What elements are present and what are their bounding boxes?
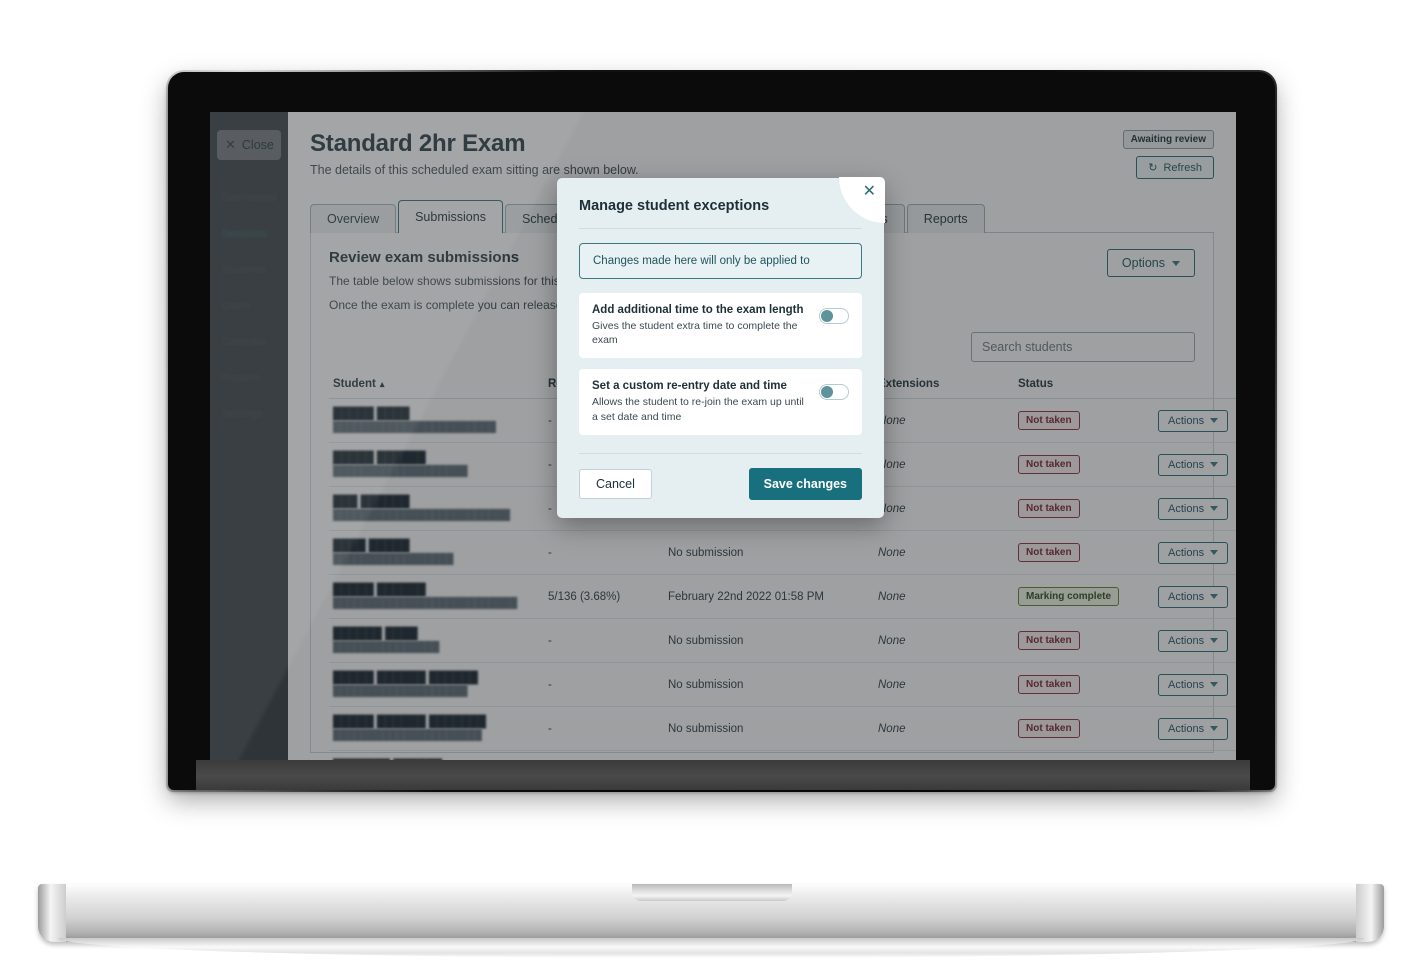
exception-option-text: Add additional time to the exam length Gi…: [592, 304, 809, 347]
cancel-button[interactable]: Cancel: [579, 468, 652, 499]
exception-option-card: Set a custom re-entry date and time Allow…: [579, 369, 862, 435]
laptop-base-notch: [632, 884, 792, 901]
exception-option-text: Set a custom re-entry date and time Allow…: [592, 380, 809, 423]
exception-option-title: Add additional time to the exam length: [592, 304, 804, 316]
exception-option-description: Gives the student extra time to complete…: [592, 320, 798, 347]
exception-option-toggle[interactable]: [819, 384, 849, 401]
laptop-chin: [196, 760, 1250, 790]
laptop-screen: ✕ Close Dashboard Sessions Students Users Ca…: [210, 112, 1236, 760]
modal-footer: Cancel Save changes: [579, 467, 862, 500]
modal-footer-divider: [579, 452, 862, 454]
application-window: ✕ Close Dashboard Sessions Students Users Ca…: [210, 112, 1236, 760]
manage-student-exceptions-dialog: ✕ Manage student exceptions Changes made…: [557, 177, 885, 518]
modal-notice: Changes made here will only be applied t…: [579, 243, 862, 279]
toggle-knob: [821, 386, 833, 399]
modal-divider: [579, 228, 862, 229]
exception-option-title: Set a custom re-entry date and time: [592, 380, 787, 393]
modal-close-button[interactable]: ✕: [839, 177, 885, 223]
laptop-base-left-cap: [38, 884, 66, 942]
save-changes-button[interactable]: Save changes: [748, 467, 862, 500]
close-x-icon: ✕: [862, 183, 876, 200]
laptop-mockup: ✕ Close Dashboard Sessions Students Users Ca…: [0, 0, 1420, 978]
exception-option-toggle[interactable]: [819, 308, 849, 324]
exception-option-description: Allows the student to re-join the exam u…: [592, 396, 804, 423]
exception-option-card: Add additional time to the exam length Gi…: [579, 293, 862, 359]
laptop-base-right-cap: [1356, 884, 1384, 942]
toggle-knob: [821, 310, 833, 322]
modal-title: Manage student exceptions: [579, 198, 770, 214]
modal-option-list: Add additional time to the exam length Gi…: [579, 293, 862, 435]
laptop-base-lip: [58, 938, 1364, 958]
